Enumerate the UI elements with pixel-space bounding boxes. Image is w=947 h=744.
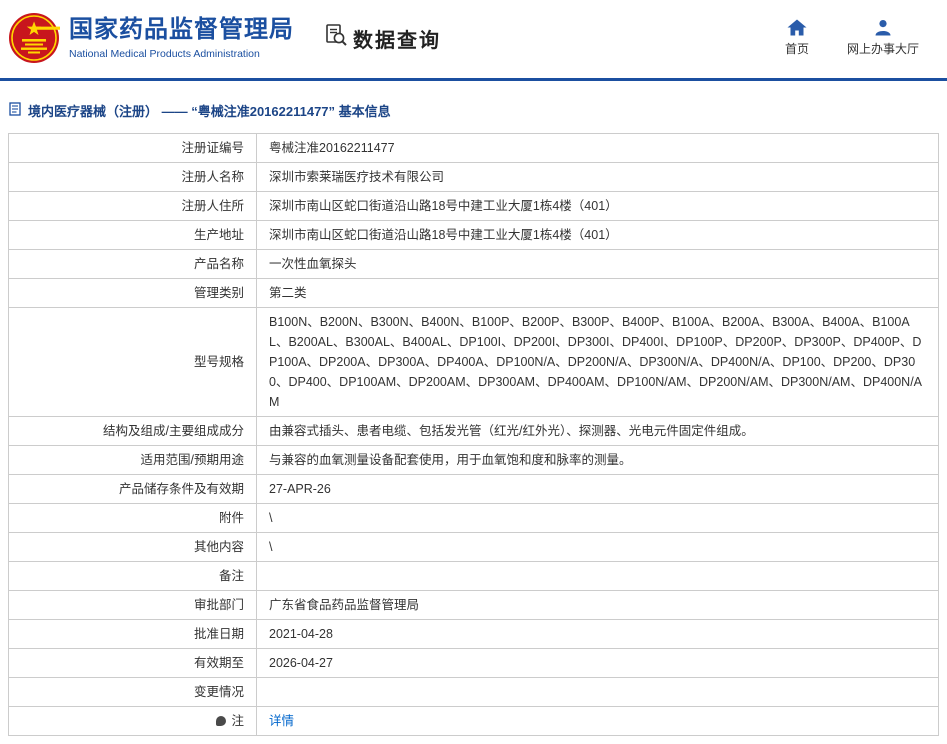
table-row: 产品储存条件及有效期27-APR-26 xyxy=(9,475,939,504)
row-value: 与兼容的血氧测量设备配套使用，用于血氧饱和度和脉率的测量。 xyxy=(257,446,939,475)
document-icon xyxy=(8,102,22,119)
table-row: 注册证编号粤械注准20162211477 xyxy=(9,134,939,163)
row-value: 第二类 xyxy=(257,279,939,308)
data-query-icon xyxy=(324,23,348,53)
row-label: 有效期至 xyxy=(9,649,257,678)
row-value: \ xyxy=(257,504,939,533)
row-label: 生产地址 xyxy=(9,221,257,250)
row-label: 审批部门 xyxy=(9,591,257,620)
national-emblem-logo xyxy=(8,12,60,64)
row-value: B100N、B200N、B300N、B400N、B100P、B200P、B300… xyxy=(257,308,939,417)
table-row: 审批部门广东省食品药品监督管理局 xyxy=(9,591,939,620)
breadcrumb: 境内医疗器械（注册） —— “粤械注准20162211477” 基本信息 xyxy=(8,101,947,120)
org-name-cn: 国家药品监督管理局 xyxy=(69,16,294,45)
note-icon xyxy=(216,716,226,726)
table-row: 注册人名称深圳市索莱瑞医疗技术有限公司 xyxy=(9,163,939,192)
breadcrumb-text: 境内医疗器械（注册） —— “粤械注准20162211477” 基本信息 xyxy=(28,101,391,120)
row-label: 适用范围/预期用途 xyxy=(9,446,257,475)
nav-service-hall-label: 网上办事大厅 xyxy=(847,40,919,57)
row-label: 产品名称 xyxy=(9,250,257,279)
row-label: 注册证编号 xyxy=(9,134,257,163)
table-row: 产品名称一次性血氧探头 xyxy=(9,250,939,279)
row-label: 注册人住所 xyxy=(9,192,257,221)
table-row: 变更情况 xyxy=(9,678,939,707)
row-value xyxy=(257,678,939,707)
row-label: 型号规格 xyxy=(9,308,257,417)
row-label: 管理类别 xyxy=(9,279,257,308)
row-label: 批准日期 xyxy=(9,620,257,649)
row-value: 深圳市南山区蛇口街道沿山路18号中建工业大厦1栋4楼（401） xyxy=(257,192,939,221)
row-value: 2026-04-27 xyxy=(257,649,939,678)
brand-text: 国家药品监督管理局 National Medical Products Admi… xyxy=(69,16,294,60)
row-label: 产品储存条件及有效期 xyxy=(9,475,257,504)
table-row: 注详情 xyxy=(9,707,939,736)
row-label: 备注 xyxy=(9,562,257,591)
detail-link[interactable]: 详情 xyxy=(269,714,294,728)
row-label: 附件 xyxy=(9,504,257,533)
row-value: 深圳市索莱瑞医疗技术有限公司 xyxy=(257,163,939,192)
row-label: 注 xyxy=(9,707,257,736)
row-value: 27-APR-26 xyxy=(257,475,939,504)
table-row: 备注 xyxy=(9,562,939,591)
top-nav: 首页 网上办事大厅 xyxy=(785,19,933,57)
registration-detail-table: 注册证编号粤械注准20162211477注册人名称深圳市索莱瑞医疗技术有限公司注… xyxy=(8,133,939,736)
table-row: 适用范围/预期用途与兼容的血氧测量设备配套使用，用于血氧饱和度和脉率的测量。 xyxy=(9,446,939,475)
row-value: 由兼容式插头、患者电缆、包括发光管（红光/红外光）、探测器、光电元件固定件组成。 xyxy=(257,417,939,446)
row-value: \ xyxy=(257,533,939,562)
org-name-en: National Medical Products Administration xyxy=(69,48,294,60)
table-row: 型号规格B100N、B200N、B300N、B400N、B100P、B200P、… xyxy=(9,308,939,417)
row-value: 深圳市南山区蛇口街道沿山路18号中建工业大厦1栋4楼（401） xyxy=(257,221,939,250)
row-value: 详情 xyxy=(257,707,939,736)
data-query-label: 数据查询 xyxy=(353,24,441,53)
row-value xyxy=(257,562,939,591)
data-query-section-title: 数据查询 xyxy=(324,23,441,53)
row-value: 粤械注准20162211477 xyxy=(257,134,939,163)
home-icon xyxy=(787,19,807,36)
row-label: 变更情况 xyxy=(9,678,257,707)
brand: 国家药品监督管理局 National Medical Products Admi… xyxy=(8,12,294,64)
table-row: 有效期至2026-04-27 xyxy=(9,649,939,678)
row-label: 结构及组成/主要组成成分 xyxy=(9,417,257,446)
table-row: 管理类别第二类 xyxy=(9,279,939,308)
header-divider xyxy=(0,78,947,81)
nav-home[interactable]: 首页 xyxy=(785,19,809,57)
nav-home-label: 首页 xyxy=(785,40,809,57)
table-row: 批准日期2021-04-28 xyxy=(9,620,939,649)
row-value: 广东省食品药品监督管理局 xyxy=(257,591,939,620)
row-label: 注册人名称 xyxy=(9,163,257,192)
table-row: 结构及组成/主要组成成分由兼容式插头、患者电缆、包括发光管（红光/红外光）、探测… xyxy=(9,417,939,446)
table-row: 附件\ xyxy=(9,504,939,533)
row-value: 2021-04-28 xyxy=(257,620,939,649)
user-icon xyxy=(874,19,892,36)
table-row: 其他内容\ xyxy=(9,533,939,562)
table-row: 生产地址深圳市南山区蛇口街道沿山路18号中建工业大厦1栋4楼（401） xyxy=(9,221,939,250)
row-label: 其他内容 xyxy=(9,533,257,562)
row-value: 一次性血氧探头 xyxy=(257,250,939,279)
detail-table-body: 注册证编号粤械注准20162211477注册人名称深圳市索莱瑞医疗技术有限公司注… xyxy=(9,134,939,736)
table-row: 注册人住所深圳市南山区蛇口街道沿山路18号中建工业大厦1栋4楼（401） xyxy=(9,192,939,221)
site-header: 国家药品监督管理局 National Medical Products Admi… xyxy=(0,0,947,78)
nav-service-hall[interactable]: 网上办事大厅 xyxy=(847,19,919,57)
